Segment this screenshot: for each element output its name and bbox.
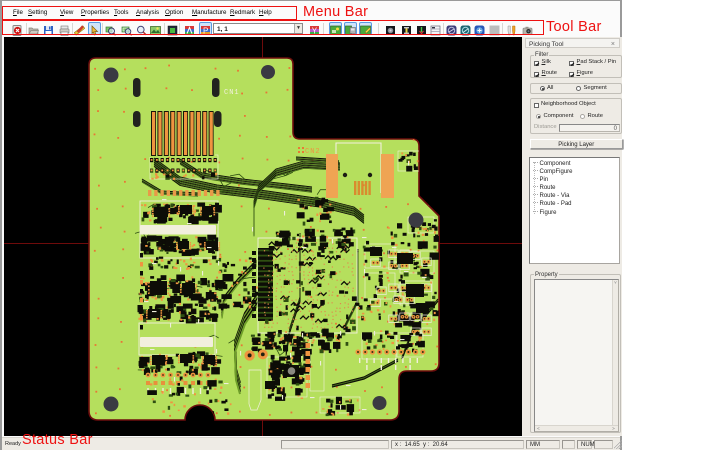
svg-text:CN1: CN1 <box>224 89 240 97</box>
svg-text:CN2: CN2 <box>305 148 321 156</box>
